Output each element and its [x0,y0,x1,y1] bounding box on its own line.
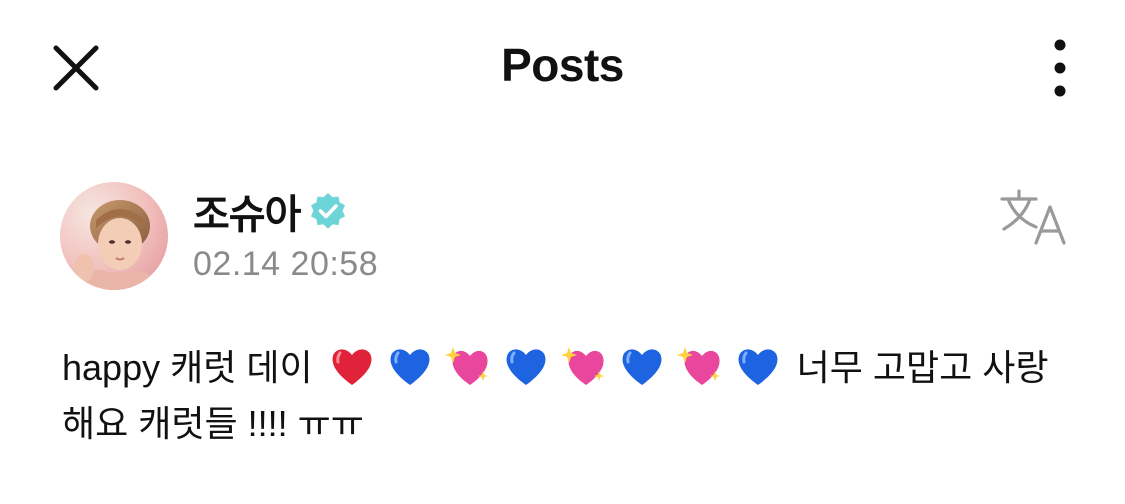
close-icon [53,45,99,91]
blue-heart-icon [622,349,662,385]
translate-icon [1000,189,1066,245]
blue-heart-icon [390,349,430,385]
more-options-button[interactable] [1040,36,1080,100]
post-header: 조슈아 02.14 20:58 [0,175,1125,295]
sparkling-heart-icon [560,347,604,385]
verified-badge-icon [311,193,346,229]
red-heart-icon [332,349,372,385]
top-bar: Posts [0,0,1125,136]
author-row: 조슈아 [193,183,348,239]
post-text: happy 캐럿 데이 너무 고맙고 사랑해요 캐럿들 !!!! ㅠㅠ [62,340,1072,452]
avatar[interactable] [60,182,168,290]
author-name[interactable]: 조슈아 [193,182,301,240]
sparkling-heart-icon [444,347,488,385]
page-title: Posts [501,39,624,91]
close-button[interactable] [50,42,102,94]
translate-button[interactable] [998,187,1070,247]
post-text-start: happy 캐럿 데이 [62,347,313,388]
post-timestamp: 02.14 20:58 [193,245,379,283]
sparkling-heart-icon [676,347,720,385]
blue-heart-icon [506,349,546,385]
more-vertical-icon [1054,39,1066,97]
blue-heart-icon [738,349,778,385]
